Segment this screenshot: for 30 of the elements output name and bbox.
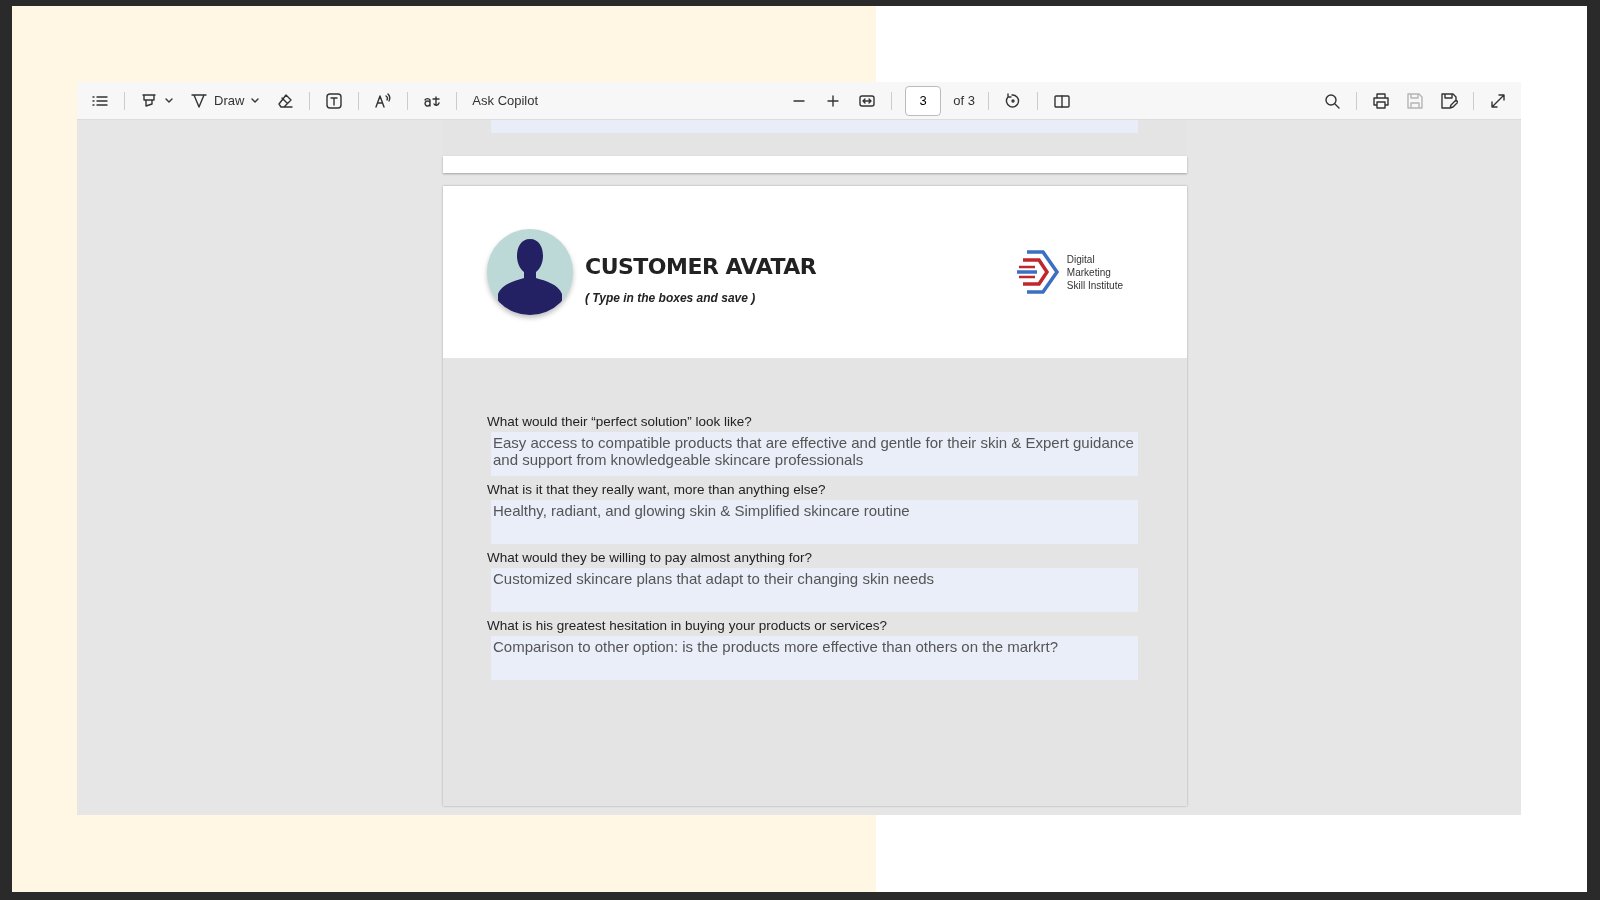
person-silhouette-icon	[487, 229, 573, 315]
answer-field[interactable]: Comparison to other option: is the products more effective than others on the markrt?	[491, 636, 1138, 680]
highlighter-icon	[140, 91, 158, 110]
print-icon	[1372, 91, 1390, 110]
text-box-icon	[325, 91, 344, 110]
page-subtitle: ( Type in the boxes and save )	[585, 290, 757, 305]
question-label: What would their “perfect solution” look like?	[487, 413, 753, 431]
rotate-icon	[1003, 91, 1022, 110]
question-label: What would they be willing to pay almost anything for?	[487, 549, 813, 567]
minus-icon	[793, 99, 806, 102]
page-title: CUSTOMER AVATAR	[585, 253, 817, 279]
question-label: What is his greatest hesitation in buying your products or services?	[487, 617, 888, 635]
save-icon	[1406, 91, 1424, 110]
question-label: What is it that they really want, more than anything else?	[487, 481, 827, 499]
answer-field[interactable]: Easy access to compatible products that are effective and gentle for their skin & Expert guidance and support from knowledgeable skincare professionals	[491, 432, 1138, 476]
save-as-icon	[1440, 91, 1458, 110]
draw-button[interactable]: Draw	[184, 86, 267, 115]
page-count: of 3	[952, 93, 976, 108]
logo-text: Digital	[1066, 252, 1096, 266]
logo-text: Skill Institute	[1066, 278, 1123, 292]
logo-text: Marketing	[1066, 265, 1112, 279]
answer-field[interactable]: Customized skincare plans that adapt to their changing skin needs	[491, 568, 1138, 612]
pen-icon	[190, 91, 208, 110]
copilot-button[interactable]: Ask Copilot	[466, 86, 545, 115]
page-number-field[interactable]: 3	[905, 85, 942, 116]
expand-icon	[1489, 91, 1507, 110]
answer-field[interactable]: Healthy, radiant, and glowing skin & Simplified skincare routine	[491, 500, 1138, 544]
read-aloud-icon	[374, 91, 393, 110]
input-field[interactable]	[491, 120, 1138, 133]
search-icon	[1323, 91, 1341, 110]
